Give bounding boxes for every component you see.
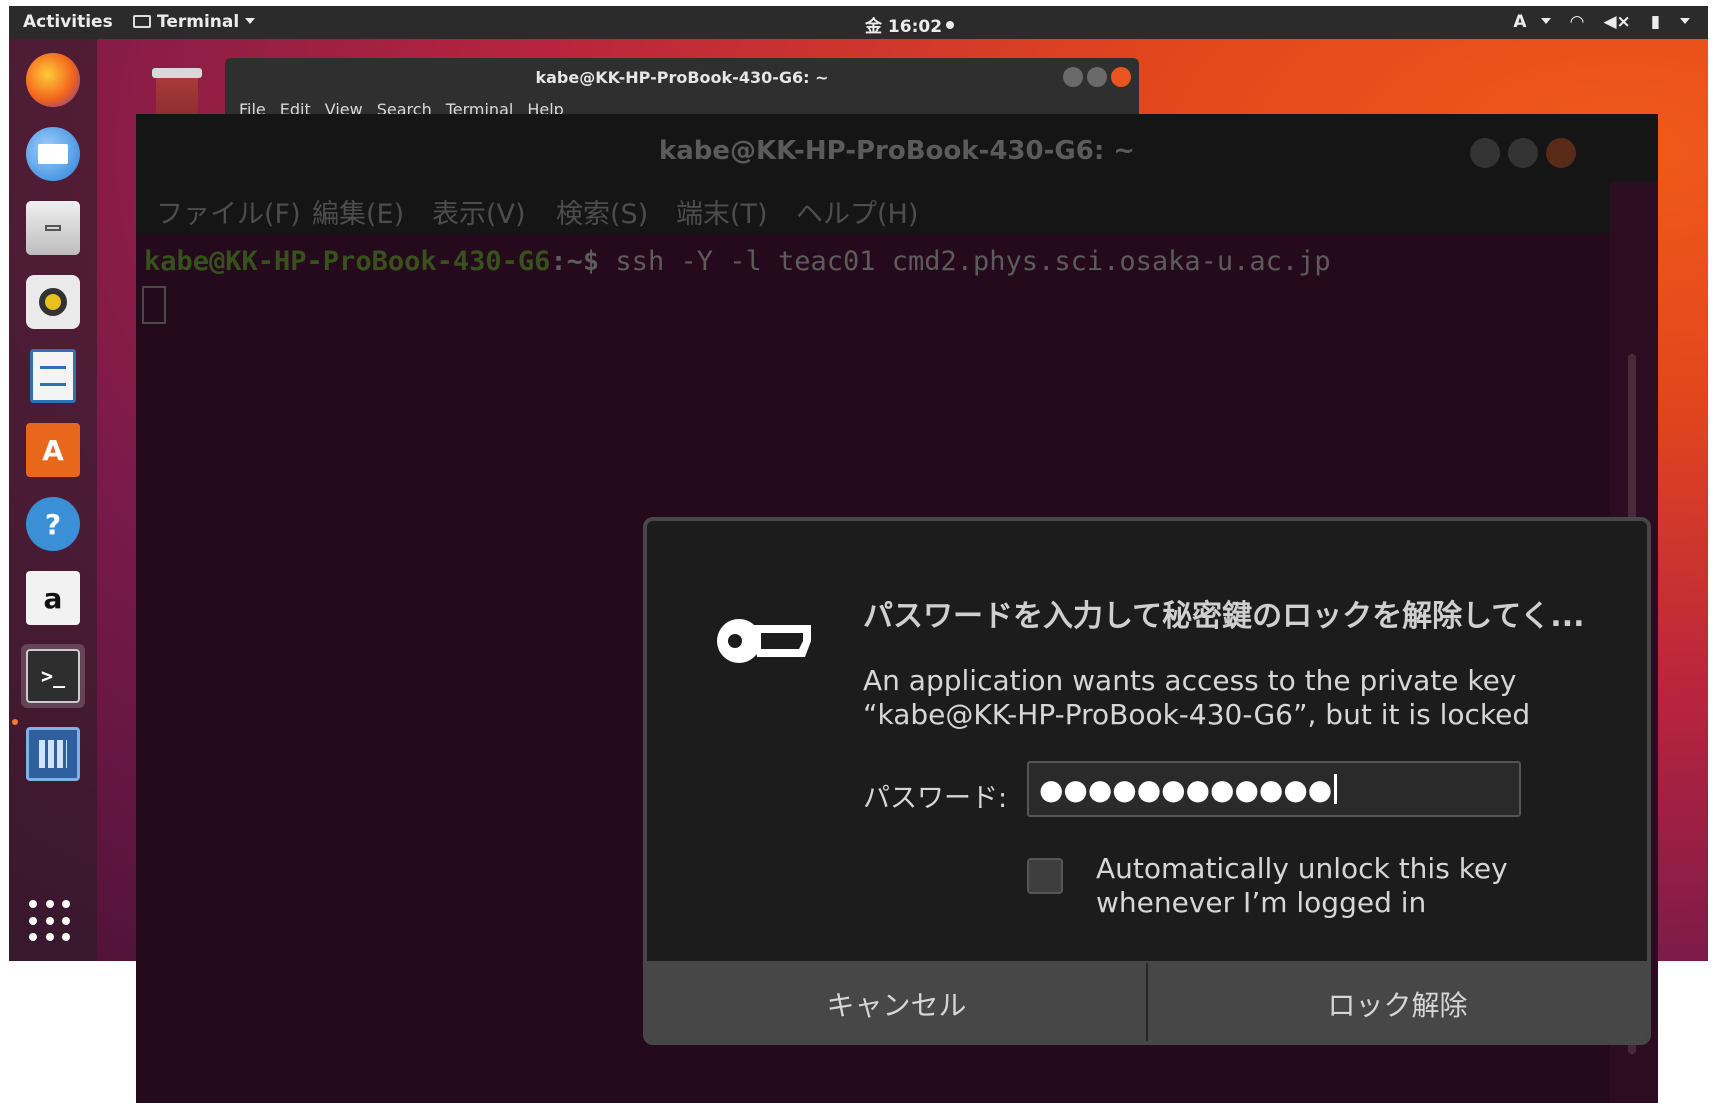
files-icon [26, 201, 80, 255]
dock-firefox[interactable] [21, 48, 85, 112]
minimize-icon[interactable] [1063, 67, 1083, 87]
app-menu-label: Terminal [157, 12, 240, 32]
terminal-cursor [142, 286, 166, 324]
dialog-title: パスワードを入力して秘密鍵のロックを解除してく... [863, 599, 1585, 634]
app-menu[interactable]: Terminal [133, 12, 256, 32]
firefox-icon [26, 53, 80, 107]
dock-thunderbird[interactable] [21, 122, 85, 186]
chevron-down-icon [245, 18, 256, 24]
terminal-app-icon [133, 15, 151, 28]
unlock-key-dialog: パスワードを入力して秘密鍵のロックを解除してく... An applicatio… [643, 517, 1651, 1045]
clock-label: 金 16:02 [865, 17, 943, 37]
dock-help[interactable]: ? [21, 492, 85, 556]
terminal-icon: >_ [26, 649, 80, 703]
text-caret [1334, 774, 1338, 804]
maximize-icon[interactable] [1508, 138, 1538, 168]
show-applications-icon[interactable] [29, 900, 71, 942]
ubuntu-software-icon: A [26, 423, 80, 477]
maximize-icon[interactable] [1087, 67, 1107, 87]
dock: A ? a >_ [9, 39, 97, 961]
notification-dot-icon [946, 21, 955, 29]
menu-terminal[interactable]: 端末(T) [676, 192, 768, 231]
menu-file[interactable]: ファイル(F) [156, 192, 301, 231]
dock-rhythmbox[interactable] [21, 270, 85, 334]
dock-amazon[interactable]: a [21, 566, 85, 630]
top-bar: Activities Terminal 金 16:02 A ◠ ◀× ▮ [9, 6, 1708, 39]
dock-ubuntu-software[interactable]: A [21, 418, 85, 482]
libreoffice-writer-icon [30, 349, 76, 403]
dock-files[interactable] [21, 196, 85, 260]
password-label: パスワード: [863, 783, 1008, 814]
close-icon[interactable] [1546, 138, 1576, 168]
dialog-message-line2: “kabe@KK-HP-ProBook-430-G6”, but it is l… [863, 698, 1531, 731]
password-value: ●●●●●●●●●●●● [1039, 772, 1333, 806]
prompt-user: kabe@KK-HP-ProBook-430-G6 [144, 246, 551, 277]
keyboard-layout-label: A [1513, 12, 1527, 32]
window-controls [1462, 138, 1576, 172]
window-title: kabe@KK-HP-ProBook-430-G6: ~ [658, 136, 1136, 166]
system-tray[interactable]: A ◠ ◀× ▮ [1485, 12, 1690, 32]
menu-bar: ファイル(F) 編集(E) 表示(V) 検索(S) 端末(T) ヘルプ(H) [136, 182, 1610, 234]
menu-help[interactable]: ヘルプ(H) [796, 192, 918, 231]
thunderbird-icon [26, 127, 80, 181]
keyboard-layout-indicator[interactable]: A [1499, 12, 1551, 32]
battery-icon[interactable]: ▮ [1651, 12, 1660, 32]
volume-muted-icon[interactable]: ◀× [1603, 12, 1630, 32]
rhythmbox-icon [26, 275, 80, 329]
clock[interactable]: 金 16:02 [865, 12, 955, 37]
chevron-down-icon [1540, 18, 1551, 24]
password-field[interactable]: ●●●●●●●●●●●● [1027, 761, 1521, 817]
window-controls [1059, 67, 1131, 91]
prompt-path: :~$ [550, 246, 600, 277]
menu-edit[interactable]: 編集(E) [312, 192, 404, 231]
activities-button[interactable]: Activities [23, 12, 113, 32]
dialog-button-row: キャンセル ロック解除 [647, 961, 1647, 1041]
key-icon [717, 619, 811, 663]
auto-unlock-checkbox[interactable] [1027, 858, 1063, 894]
amazon-icon: a [26, 571, 80, 625]
close-icon[interactable] [1111, 67, 1131, 87]
dialog-message-line1: An application wants access to the priva… [863, 664, 1517, 697]
running-indicator-icon [12, 719, 18, 725]
cancel-button[interactable]: キャンセル [647, 963, 1146, 1041]
menu-view[interactable]: 表示(V) [432, 192, 526, 231]
prompt-line: kabe@KK-HP-ProBook-430-G6:~$ ssh -Y -l t… [144, 246, 1331, 277]
auto-unlock-label-line2[interactable]: whenever I’m logged in [1096, 886, 1426, 919]
minimize-icon[interactable] [1470, 138, 1500, 168]
menu-search[interactable]: 検索(S) [556, 192, 648, 231]
command-text: ssh -Y -l teac01 cmd2.phys.sci.osaka-u.a… [599, 246, 1331, 277]
dock-calculator[interactable] [21, 722, 85, 786]
calculator-icon [26, 727, 80, 781]
title-bar: kabe@KK-HP-ProBook-430-G6: ~ [136, 114, 1658, 182]
dock-writer[interactable] [21, 344, 85, 408]
window-title: kabe@KK-HP-ProBook-430-G6: ~ [535, 68, 829, 87]
dock-terminal[interactable]: >_ [21, 644, 85, 708]
system-menu-chevron-icon[interactable] [1680, 18, 1690, 24]
help-icon: ? [26, 497, 80, 551]
unlock-button[interactable]: ロック解除 [1146, 963, 1647, 1041]
auto-unlock-label-line1[interactable]: Automatically unlock this key [1096, 852, 1508, 885]
wifi-icon[interactable]: ◠ [1570, 12, 1583, 32]
